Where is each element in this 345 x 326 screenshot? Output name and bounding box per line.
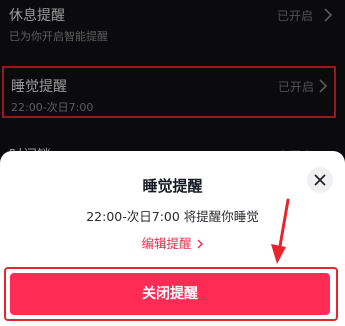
close-icon [314, 174, 326, 186]
row-status: 已开启 [276, 9, 313, 23]
edit-reminder-label: 编辑提醒 [141, 236, 192, 251]
chevron-right-icon [324, 8, 333, 22]
edit-reminder-link[interactable]: 编辑提醒 [0, 233, 345, 252]
settings-row-sleep-reminder[interactable]: 睡觉提醒 22:00-次日7:00 已开启 [2, 66, 336, 118]
sheet-title: 睡觉提醒 [142, 177, 203, 195]
annotation-arrow [271, 198, 290, 264]
row-title: 睡觉提醒 [11, 79, 67, 95]
chevron-right-icon [196, 239, 203, 249]
settings-row-rest-reminder[interactable]: 休息提醒 已为你开启智能提醒 已开启 [0, 0, 345, 58]
row-title: 休息提醒 [9, 8, 65, 24]
turn-off-reminder-button[interactable]: 关闭提醒 [10, 273, 330, 315]
row-subtitle: 已为你开启智能提醒 [9, 30, 108, 43]
row-subtitle: 22:00-次日7:00 [11, 101, 94, 114]
sheet-description: 22:00-次日7:00 将提醒你睡觉 [86, 209, 259, 224]
row-status: 已开启 [277, 80, 314, 94]
close-button[interactable] [307, 167, 333, 193]
chevron-right-icon [319, 79, 328, 93]
